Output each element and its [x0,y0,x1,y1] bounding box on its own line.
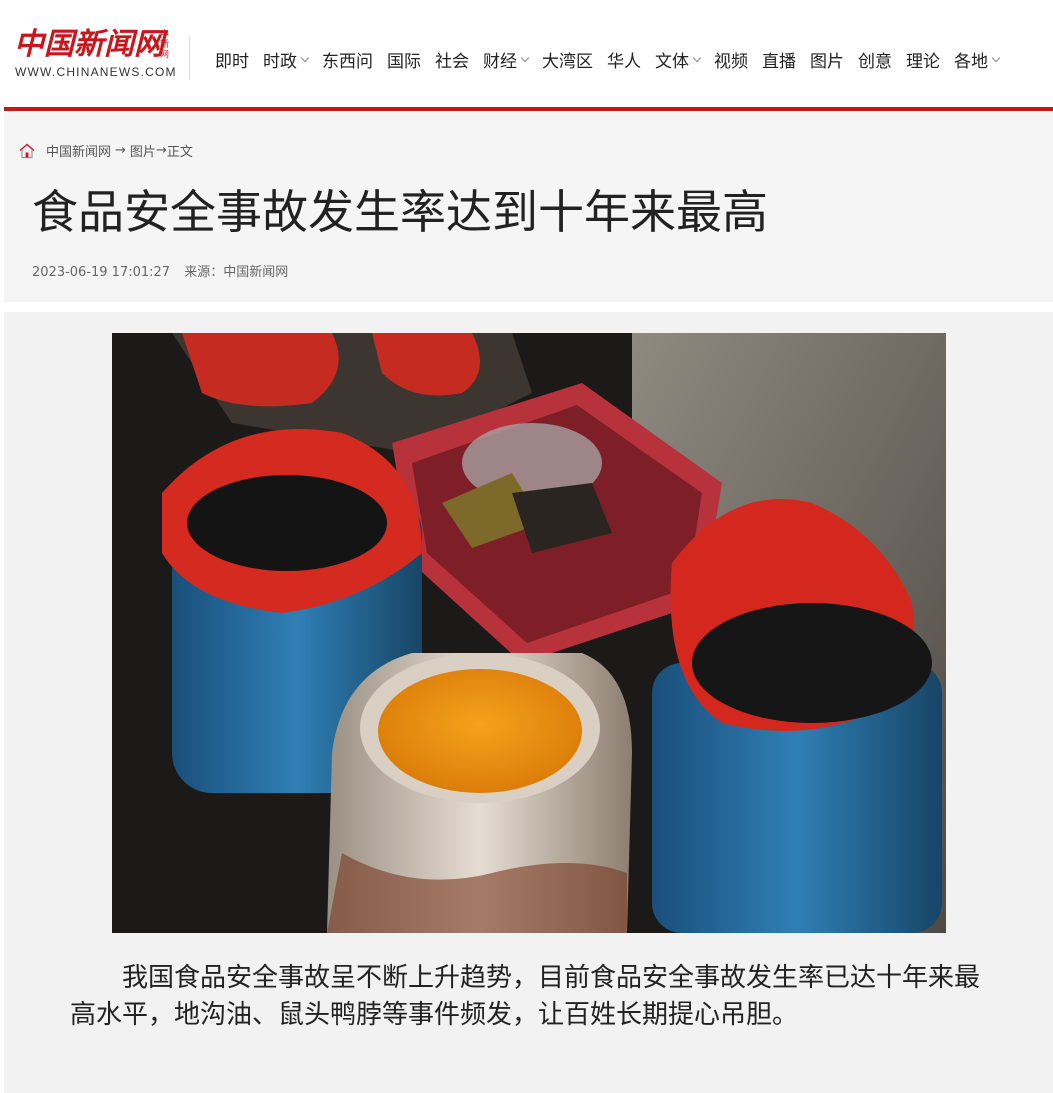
article-header: 中国新闻网 → 图片 → 正文 食品安全事故发生率达到十年来最高 2023-06… [4,113,1053,302]
nav-label: 东西问 [322,51,373,72]
nav-item-shizheng[interactable]: 时政 [263,47,310,72]
logo-side-text: 中新网 [160,30,170,60]
nav-label: 财经 [483,51,517,72]
chevron-down-icon [300,53,310,62]
nav-item-gedi[interactable]: 各地 [954,47,1001,72]
nav-item-dawanqu[interactable]: 大湾区 [542,47,593,72]
chevron-down-icon [991,53,1001,62]
breadcrumb: 中国新闻网 → 图片 → 正文 [18,141,197,160]
nav-label: 国际 [387,51,421,72]
nav-label: 视频 [714,51,748,72]
logo-english: WWW.CHINANEWS.COM [15,65,177,79]
site-logo[interactable]: 中国新闻网 中新网 WWW.CHINANEWS.COM [14,28,194,84]
breadcrumb-section[interactable]: 图片 [130,141,156,160]
nav-label: 华人 [607,51,641,72]
nav-item-tupian[interactable]: 图片 [810,47,844,72]
nav-item-guoji[interactable]: 国际 [387,47,421,72]
nav-label: 时政 [263,51,297,72]
nav-label: 理论 [906,51,940,72]
nav-item-zhibo[interactable]: 直播 [762,47,796,72]
publish-datetime: 2023-06-19 17:01:27 [32,265,171,280]
site-header: 中国新闻网 中新网 WWW.CHINANEWS.COM 即时 时政 东西问 国际… [0,0,1053,110]
breadcrumb-arrow: → [115,143,126,158]
nav-item-jishi[interactable]: 即时 [215,47,249,72]
nav-label: 即时 [215,51,249,72]
nav-item-wenti[interactable]: 文体 [655,47,702,72]
nav-item-shipin[interactable]: 视频 [714,47,748,72]
article-body: 我国食品安全事故呈不断上升趋势，目前食品安全事故发生率已达十年来最高水平，地沟油… [4,312,1053,1093]
article-source: 来源：中国新闻网 [184,265,289,280]
nav-label: 图片 [810,51,844,72]
breadcrumb-home[interactable]: 中国新闻网 [46,141,111,160]
nav-label: 各地 [954,51,988,72]
nav-label: 文体 [655,51,689,72]
article-meta: 2023-06-19 17:01:27 来源：中国新闻网 [32,261,298,280]
nav-item-lilun[interactable]: 理论 [906,47,940,72]
chevron-down-icon [692,53,702,62]
main-nav: 即时 时政 东西问 国际 社会 财经 大湾区 华人 文体 视频 直播 图片 创意… [215,45,1013,73]
nav-label: 直播 [762,51,796,72]
nav-label: 社会 [435,51,469,72]
chevron-down-icon [520,53,530,62]
header-red-rule [4,107,1053,111]
nav-label: 创意 [858,51,892,72]
breadcrumb-current: 正文 [166,145,193,160]
header-divider [189,36,190,80]
nav-item-dongxiwen[interactable]: 东西问 [322,47,373,72]
page-title: 食品安全事故发生率达到十年来最高 [32,185,768,239]
nav-item-chuangyi[interactable]: 创意 [858,47,892,72]
article-photo [112,333,946,933]
nav-item-shehui[interactable]: 社会 [435,47,469,72]
home-icon[interactable] [18,142,36,160]
logo-chinese: 中国新闻网 [14,27,164,62]
nav-item-huaren[interactable]: 华人 [607,47,641,72]
photo-caption: 我国食品安全事故呈不断上升趋势，目前食品安全事故发生率已达十年来最高水平，地沟油… [70,963,981,1030]
nav-item-caijing[interactable]: 财经 [483,47,530,72]
nav-label: 大湾区 [542,51,593,72]
breadcrumb-arrow: → [155,143,167,158]
